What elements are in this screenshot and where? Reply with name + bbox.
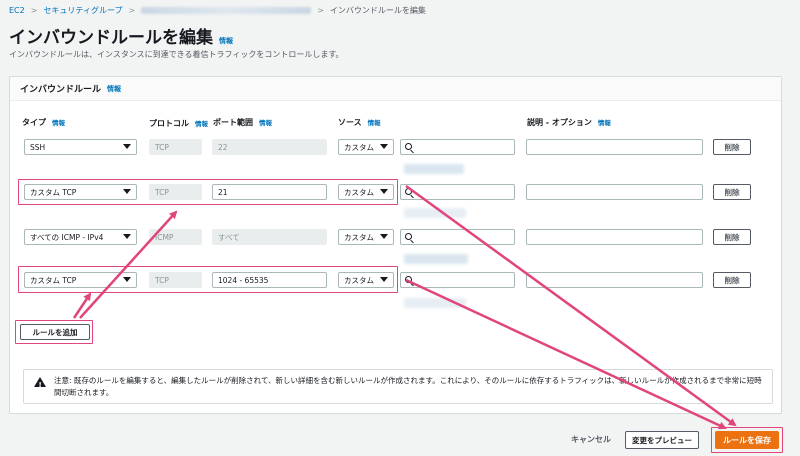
rule-4-source-tag-redacted bbox=[404, 298, 466, 308]
rule-1-delete-button[interactable]: 削除 bbox=[713, 139, 751, 155]
column-header-protocol: プロトコル 情報 bbox=[149, 117, 209, 131]
column-type-info-link[interactable]: 情報 bbox=[52, 119, 65, 127]
rule-2-source-search-input[interactable] bbox=[400, 184, 515, 200]
rule-2-delete-button[interactable]: 削除 bbox=[713, 184, 751, 200]
column-header-port: ポート範囲 情報 bbox=[213, 117, 272, 128]
caret-down-icon bbox=[123, 144, 131, 149]
column-protocol-info-link[interactable]: 情報 bbox=[195, 120, 208, 128]
column-source-info-link[interactable]: 情報 bbox=[368, 119, 381, 127]
rule-1-source-search-input[interactable] bbox=[400, 139, 515, 155]
caret-down-icon bbox=[123, 234, 131, 239]
chevron-right-icon: > bbox=[30, 5, 38, 15]
chevron-right-icon: > bbox=[317, 5, 324, 15]
search-icon bbox=[405, 188, 412, 195]
rule-4-source-search-input[interactable] bbox=[400, 272, 515, 288]
page-title-text: インバウンドルールを編集 bbox=[9, 28, 213, 48]
warning-text: 注意: 既存のルールを編集すると、編集したルールが削除されて、新しい詳細を含む新… bbox=[54, 376, 762, 397]
caret-down-icon bbox=[380, 144, 388, 149]
annotation-highlight-save bbox=[711, 427, 783, 453]
search-icon bbox=[405, 233, 412, 240]
breadcrumb-security-groups[interactable]: セキュリティグループ bbox=[43, 5, 122, 16]
chevron-right-icon: > bbox=[128, 5, 136, 15]
search-icon bbox=[405, 276, 412, 283]
rule-1-port-range: 22 bbox=[212, 139, 327, 155]
rule-3-protocol: ICMP bbox=[149, 229, 202, 245]
search-icon bbox=[405, 143, 412, 150]
rule-3-type-value: すべての ICMP - IPv4 bbox=[30, 232, 104, 242]
rule-1-source-tag-redacted bbox=[404, 164, 464, 174]
rule-2-source-tag-redacted bbox=[404, 208, 466, 218]
column-header-type: タイプ 情報 bbox=[22, 117, 65, 128]
breadcrumb: EC2 > セキュリティグループ > > インバウンドルールを編集 bbox=[9, 3, 426, 17]
rule-1-protocol: TCP bbox=[149, 139, 202, 155]
annotation-highlight-add-rule bbox=[15, 320, 93, 344]
panel-info-link[interactable]: 情報 bbox=[107, 84, 121, 94]
annotation-highlight-rule-4 bbox=[18, 266, 398, 293]
column-header-description: 説明 - オプション 情報 bbox=[527, 117, 611, 128]
column-protocol-label: プロトコル bbox=[149, 119, 189, 128]
page-title: インバウンドルールを編集 情報 bbox=[9, 23, 233, 48]
breadcrumb-current: インバウンドルールを編集 bbox=[329, 5, 426, 15]
column-port-label: ポート範囲 bbox=[213, 118, 253, 127]
caret-down-icon bbox=[380, 234, 388, 239]
rule-1-type-value: SSH bbox=[30, 142, 46, 152]
annotation-highlight-rule-2 bbox=[18, 179, 398, 205]
rule-3-source-select[interactable]: カスタム bbox=[338, 229, 394, 245]
panel-header: インバウンドルール 情報 bbox=[10, 77, 781, 101]
rule-1-description-input[interactable] bbox=[526, 139, 703, 155]
column-header-source: ソース 情報 bbox=[338, 117, 381, 128]
rule-3-source-value: カスタム bbox=[344, 232, 374, 242]
panel-title: インバウンドルール bbox=[20, 85, 102, 95]
column-source-label: ソース bbox=[338, 118, 362, 127]
warning-alert: 注意: 既存のルールを編集すると、編集したルールが削除されて、新しい詳細を含む新… bbox=[23, 369, 773, 404]
column-description-info-link[interactable]: 情報 bbox=[598, 119, 611, 127]
cancel-button[interactable]: キャンセル bbox=[571, 434, 611, 445]
rule-3-port-range: すべて bbox=[212, 229, 327, 245]
rule-4-delete-button[interactable]: 削除 bbox=[713, 272, 751, 288]
rule-3-type-select[interactable]: すべての ICMP - IPv4 bbox=[24, 229, 137, 245]
breadcrumb-security-group-id-redacted[interactable] bbox=[141, 6, 312, 14]
preview-changes-button[interactable]: 変更をプレビュー bbox=[625, 431, 699, 449]
page-description: インバウンドルールは、インスタンスに到達できる着信トラフィックをコントロールしま… bbox=[9, 50, 344, 59]
rule-4-description-input[interactable] bbox=[526, 272, 703, 288]
rule-3-source-tag-redacted bbox=[404, 254, 468, 264]
page-info-link[interactable]: 情報 bbox=[219, 36, 233, 46]
rule-3-delete-button[interactable]: 削除 bbox=[713, 229, 751, 245]
rule-1-type-select[interactable]: SSH bbox=[24, 139, 137, 155]
rule-3-source-search-input[interactable] bbox=[400, 229, 515, 245]
column-description-label: 説明 - オプション bbox=[527, 118, 592, 127]
inbound-rules-panel: インバウンドルール 情報 bbox=[9, 76, 782, 414]
column-type-label: タイプ bbox=[22, 118, 46, 127]
column-port-info-link[interactable]: 情報 bbox=[259, 119, 272, 127]
rule-3-description-input[interactable] bbox=[526, 229, 703, 245]
rule-1-source-value: カスタム bbox=[344, 142, 374, 152]
warning-icon bbox=[34, 377, 46, 391]
breadcrumb-ec2[interactable]: EC2 bbox=[9, 6, 25, 15]
rule-1-source-select[interactable]: カスタム bbox=[338, 139, 394, 155]
rule-2-description-input[interactable] bbox=[526, 184, 703, 200]
